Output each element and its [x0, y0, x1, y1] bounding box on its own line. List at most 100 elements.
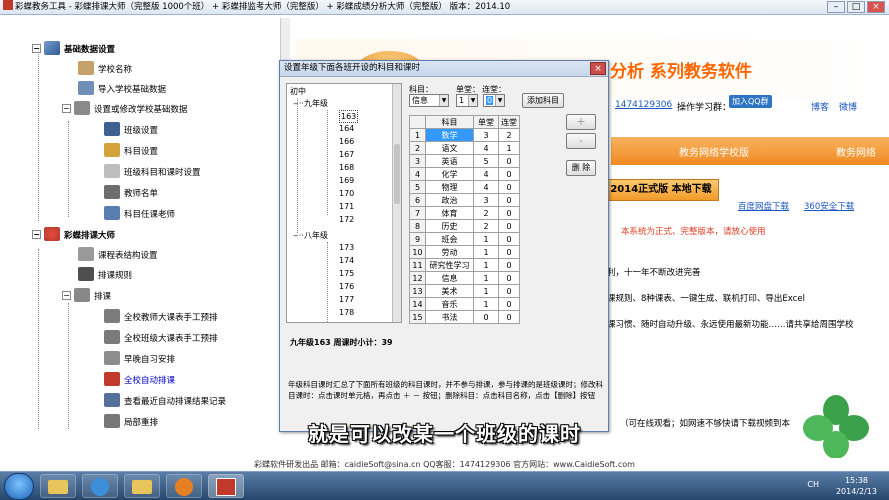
class-node[interactable]: 174 — [339, 255, 354, 266]
subject-cell[interactable]: 语文 — [425, 141, 474, 155]
subject-select[interactable]: 信息 ▼ — [409, 94, 449, 107]
grid-row[interactable]: 9 班会 1 0 — [409, 232, 520, 246]
grid-row[interactable]: 3 英语 5 0 — [409, 154, 520, 168]
subject-cell[interactable]: 信息 — [425, 271, 474, 285]
collapse-toggle[interactable]: − — [32, 230, 41, 239]
class-node-163[interactable]: 163 — [339, 110, 359, 123]
double-hours-cell[interactable]: 0 — [498, 219, 520, 233]
tree-item-teacher-list[interactable]: 教师名单 — [104, 185, 158, 200]
tree-item-study-sessions[interactable]: 早晚自习安排 — [104, 351, 175, 366]
subject-cell[interactable]: 班会 — [425, 232, 474, 246]
maximize-button[interactable]: □ — [847, 1, 865, 13]
taskbar-app-browser[interactable] — [82, 474, 118, 498]
tree-item-class-manual[interactable]: 全校班级大课表手工预排 — [104, 330, 218, 345]
double-hours-cell[interactable]: 0 — [498, 245, 520, 259]
tree-root[interactable]: 初中 — [290, 86, 306, 97]
subject-cell[interactable]: 政治 — [425, 193, 474, 207]
subject-cell[interactable]: 书法 — [425, 310, 474, 324]
collapse-toggle[interactable]: − — [62, 291, 71, 300]
tree-item-teacher-manual[interactable]: 全校教师大课表手工预排 — [104, 309, 218, 324]
grid-row[interactable]: 1 数学 3 2 — [409, 128, 520, 142]
tree-item-timetable-structure[interactable]: 课程表结构设置 — [78, 247, 158, 262]
taskbar-app-files[interactable] — [124, 474, 160, 498]
tree-item-view-results[interactable]: 查看最近自动排课结果记录 — [104, 393, 226, 408]
unit-hours-cell[interactable]: 2 — [473, 219, 499, 233]
class-node[interactable]: 176 — [339, 281, 354, 292]
class-node[interactable]: 164 — [339, 123, 354, 134]
class-node[interactable]: 179 — [339, 320, 354, 322]
start-button[interactable] — [4, 473, 34, 500]
unit-hours-cell[interactable]: 0 — [473, 310, 499, 324]
close-button[interactable]: × — [867, 1, 885, 13]
subject-cell[interactable]: 美术 — [425, 284, 474, 298]
grid-row[interactable]: 8 历史 2 0 — [409, 219, 520, 233]
grade-node-8[interactable]: −··八年级 — [293, 230, 328, 242]
double-hours-cell[interactable]: 0 — [498, 258, 520, 272]
unit-hours-cell[interactable]: 4 — [473, 141, 499, 155]
unit-hours-cell[interactable]: 2 — [473, 206, 499, 220]
class-node[interactable]: 177 — [339, 294, 354, 305]
tree-item-class-settings[interactable]: 班级设置 — [104, 122, 158, 137]
tree-item-scheduling[interactable]: − 排课 — [62, 288, 111, 303]
grid-row[interactable]: 14 音乐 1 0 — [409, 297, 520, 311]
double-hours-cell[interactable]: 0 — [498, 271, 520, 285]
double-hours-cell[interactable]: 0 — [498, 193, 520, 207]
tree-item-import-data[interactable]: 导入学校基础数据 — [78, 81, 166, 96]
subject-cell[interactable]: 音乐 — [425, 297, 474, 311]
collapse-toggle[interactable]: − — [32, 44, 41, 53]
tab-edu-network[interactable]: 教务网络学校版 — [679, 144, 749, 159]
delete-button[interactable]: 删 除 — [566, 160, 596, 176]
unit-hours-cell[interactable]: 1 — [473, 258, 499, 272]
unit-select[interactable]: 1 ▼ — [456, 94, 478, 107]
ime-indicator[interactable]: CH — [807, 480, 819, 489]
subject-cell[interactable]: 研究性学习 — [425, 258, 474, 272]
tree-item-edit-data[interactable]: − 设置或修改学校基础数据 — [62, 101, 188, 116]
system-clock[interactable]: 15:38 2014/2/13 — [836, 475, 877, 497]
class-node[interactable]: 178 — [339, 307, 354, 318]
double-hours-cell[interactable]: 0 — [498, 180, 520, 194]
class-node[interactable]: 170 — [339, 188, 354, 199]
class-node[interactable]: 172 — [339, 214, 354, 225]
grid-row[interactable]: 11 研究性学习 1 0 — [409, 258, 520, 272]
grid-row[interactable]: 7 体育 2 0 — [409, 206, 520, 220]
class-node[interactable]: 173 — [339, 242, 354, 253]
class-node[interactable]: 169 — [339, 175, 354, 186]
double-hours-cell[interactable]: 0 — [498, 232, 520, 246]
join-qq-button[interactable]: 加入QQ群 — [729, 95, 772, 108]
class-node[interactable]: 168 — [339, 162, 354, 173]
subject-cell[interactable]: 历史 — [425, 219, 474, 233]
baidu-download-link[interactable]: 百度网盘下载 — [738, 200, 789, 212]
grid-row[interactable]: 13 美术 1 0 — [409, 284, 520, 298]
blog-link[interactable]: 博客 — [811, 100, 829, 113]
contact-qq[interactable]: 1474129306 — [615, 100, 672, 110]
increase-button[interactable]: + — [566, 114, 596, 130]
unit-hours-cell[interactable]: 4 — [473, 180, 499, 194]
dialog-close-button[interactable]: × — [590, 62, 606, 75]
tree-item-auto-schedule[interactable]: 全校自动排课 — [104, 372, 175, 387]
class-tree-scrollbar[interactable] — [392, 84, 401, 322]
double-hours-cell[interactable]: 2 — [498, 128, 520, 142]
tree-item-school-name[interactable]: 学校名称 — [78, 61, 132, 76]
class-node[interactable]: 171 — [339, 201, 354, 212]
double-hours-cell[interactable]: 0 — [498, 297, 520, 311]
grid-row[interactable]: 12 信息 1 0 — [409, 271, 520, 285]
subject-cell[interactable]: 化学 — [425, 167, 474, 181]
grid-row[interactable]: 6 政治 3 0 — [409, 193, 520, 207]
subject-cell[interactable]: 体育 — [425, 206, 474, 220]
tree-item-subject-teachers[interactable]: 科目任课老师 — [104, 206, 175, 221]
class-node[interactable]: 175 — [339, 268, 354, 279]
double-hours-cell[interactable]: 0 — [498, 284, 520, 298]
class-node[interactable]: 166 — [339, 136, 354, 147]
tree-item-scheduling-rules[interactable]: 排课规则 — [78, 267, 132, 282]
grid-row[interactable]: 15 书法 0 0 — [409, 310, 520, 324]
taskbar-app-explorer[interactable] — [40, 474, 76, 498]
grid-row[interactable]: 10 劳动 1 0 — [409, 245, 520, 259]
add-subject-button[interactable]: 添加科目 — [522, 93, 564, 108]
unit-hours-cell[interactable]: 5 — [473, 154, 499, 168]
double-hours-cell[interactable]: 0 — [498, 154, 520, 168]
unit-hours-cell[interactable]: 1 — [473, 271, 499, 285]
tab-edu-network-2[interactable]: 教务网络 — [836, 144, 876, 159]
taskbar-app-media[interactable] — [166, 474, 202, 498]
tree-item-subject-settings[interactable]: 科目设置 — [104, 143, 158, 158]
weibo-link[interactable]: 微博 — [839, 100, 857, 113]
